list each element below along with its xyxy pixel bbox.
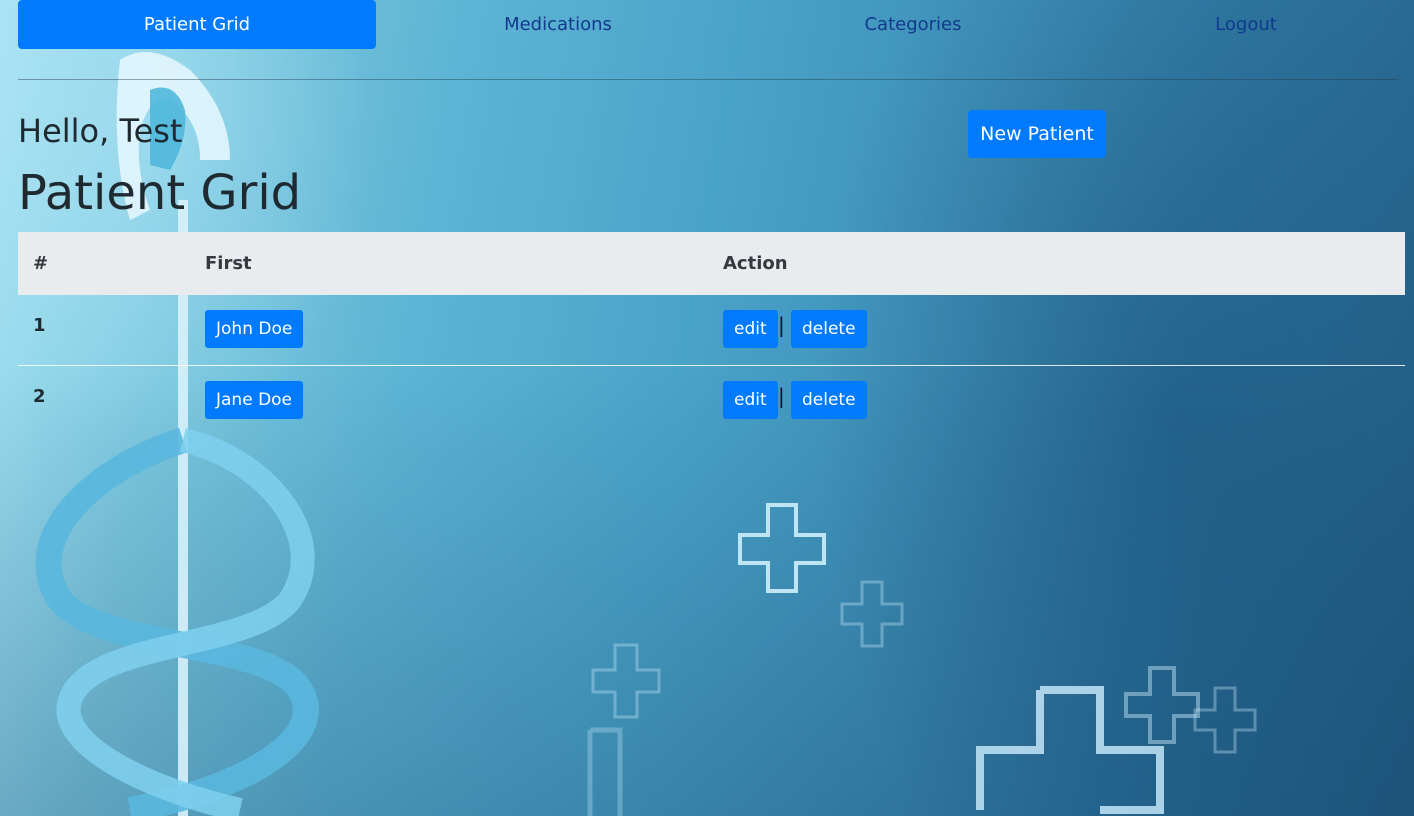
column-header-first: First — [205, 253, 252, 274]
action-separator: | — [778, 384, 785, 408]
action-separator: | — [778, 313, 785, 337]
nav-patient-grid[interactable]: Patient Grid — [18, 0, 376, 49]
table-row: 1 John Doe edit | delete — [18, 295, 1405, 366]
nav-divider — [18, 79, 1398, 80]
table-header: # First Action — [18, 232, 1405, 295]
greeting: Hello, Test — [18, 112, 183, 150]
delete-button[interactable]: delete — [791, 381, 867, 419]
page-title: Patient Grid — [18, 165, 302, 221]
column-header-number: # — [33, 253, 49, 274]
table-row: 2 Jane Doe edit | delete — [18, 366, 1405, 436]
column-header-action: Action — [723, 253, 788, 274]
row-number: 1 — [33, 315, 46, 336]
patient-name-button[interactable]: Jane Doe — [205, 381, 304, 419]
edit-button[interactable]: edit — [723, 381, 778, 419]
delete-button[interactable]: delete — [791, 310, 867, 348]
top-nav: Patient Grid Medications Categories Logo… — [18, 0, 1398, 49]
patient-table: # First Action 1 John Doe edit | delete … — [18, 232, 1405, 436]
row-number: 2 — [33, 386, 46, 407]
nav-medications[interactable]: Medications — [418, 0, 698, 49]
nav-categories[interactable]: Categories — [773, 0, 1053, 49]
new-patient-button[interactable]: New Patient — [968, 110, 1106, 158]
edit-button[interactable]: edit — [723, 310, 778, 348]
nav-logout[interactable]: Logout — [1148, 0, 1344, 49]
medical-cross-icon — [587, 503, 1257, 816]
patient-name-button[interactable]: John Doe — [205, 310, 304, 348]
